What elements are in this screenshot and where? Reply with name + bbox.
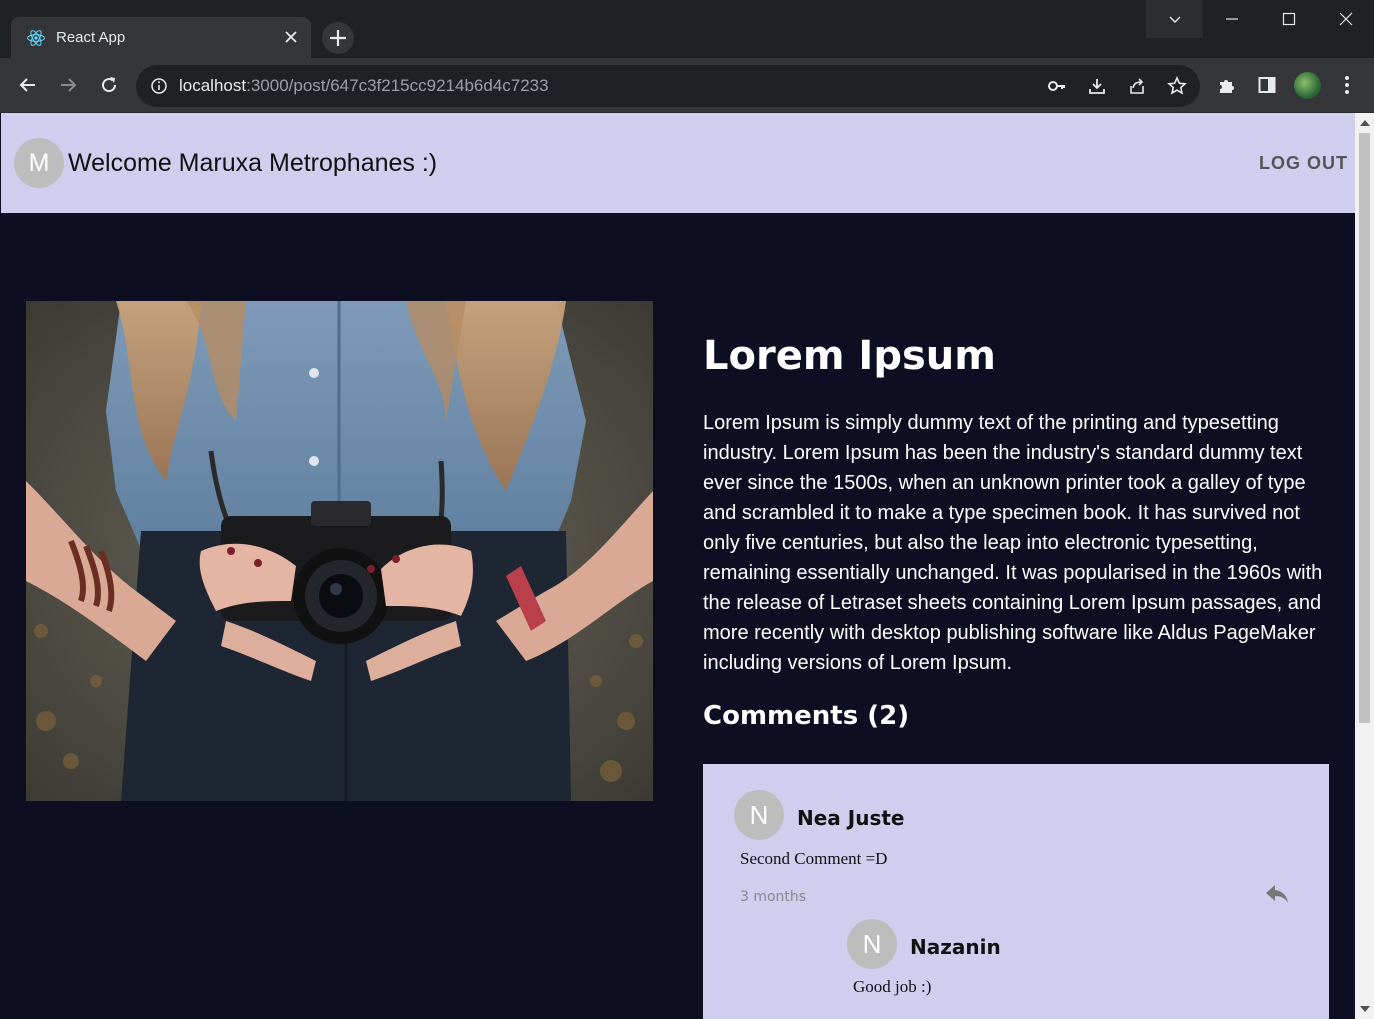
star-icon bbox=[1167, 76, 1187, 95]
url-text: localhost:3000/post/647c3f215cc9214b6d4c… bbox=[179, 76, 549, 96]
post-title: Lorem Ipsum bbox=[703, 333, 996, 379]
share-icon bbox=[1130, 78, 1144, 94]
react-favicon bbox=[27, 30, 45, 46]
logout-button[interactable]: LOG OUT bbox=[1259, 153, 1348, 174]
puzzle-icon bbox=[1220, 80, 1234, 93]
tab-search-button[interactable] bbox=[1146, 0, 1203, 38]
comment-avatar: N bbox=[734, 790, 784, 840]
maximize-button[interactable] bbox=[1260, 0, 1317, 38]
comment-text: Second Comment =D bbox=[740, 849, 888, 868]
password-button[interactable] bbox=[1046, 75, 1068, 97]
maximize-icon bbox=[1282, 12, 1295, 26]
reply-author: Nazanin bbox=[910, 935, 1001, 959]
reload-icon bbox=[102, 77, 117, 93]
scroll-up-arrow[interactable] bbox=[1360, 120, 1370, 126]
address-bar[interactable]: localhost:3000/post/647c3f215cc9214b6d4c… bbox=[136, 65, 1200, 107]
comments-panel: N Nea Juste Second Comment =D 3 months N… bbox=[703, 764, 1329, 1019]
back-button[interactable] bbox=[13, 70, 43, 100]
tab-react-app[interactable]: React App bbox=[11, 17, 311, 58]
comments-heading: Comments (2) bbox=[703, 701, 910, 731]
forward-arrow-icon bbox=[61, 78, 77, 92]
scroll-thumb[interactable] bbox=[1359, 133, 1370, 723]
browser-window: React App localhost:3000/post/647c3f215c… bbox=[0, 0, 1374, 1019]
page-scrollbar[interactable] bbox=[1355, 113, 1374, 1019]
reply-text: Good job :) bbox=[853, 977, 932, 996]
close-window-icon bbox=[1339, 12, 1352, 26]
welcome-text: Welcome Maruxa Metrophanes :) bbox=[68, 149, 438, 177]
comment-timestamp: 3 months bbox=[740, 889, 807, 905]
browser-toolbar: localhost:3000/post/647c3f215cc9214b6d4c… bbox=[0, 58, 1374, 113]
profile-avatar[interactable] bbox=[1294, 72, 1321, 99]
user-avatar: M bbox=[14, 138, 64, 188]
key-icon bbox=[1048, 81, 1065, 91]
forward-button[interactable] bbox=[53, 70, 83, 100]
install-icon bbox=[1089, 79, 1105, 94]
scroll-down-arrow[interactable] bbox=[1360, 1006, 1370, 1012]
url-path: :3000/post/647c3f215cc9214b6d4c7233 bbox=[246, 76, 549, 95]
chevron-down-icon bbox=[1169, 16, 1180, 23]
reload-button[interactable] bbox=[94, 70, 124, 100]
side-panel-icon bbox=[1258, 77, 1276, 93]
tab-title: React App bbox=[56, 29, 126, 46]
browser-menu-button[interactable] bbox=[1335, 73, 1359, 97]
info-icon[interactable] bbox=[150, 77, 168, 95]
app-header: M Welcome Maruxa Metrophanes :) LOG OUT bbox=[1, 113, 1355, 213]
back-arrow-icon bbox=[19, 78, 35, 92]
page-viewport: M Welcome Maruxa Metrophanes :) LOG OUT bbox=[1, 113, 1355, 1019]
comment-author: Nea Juste bbox=[797, 806, 905, 830]
post-image bbox=[26, 301, 653, 801]
side-panel-button[interactable] bbox=[1255, 73, 1279, 97]
reply-icon[interactable] bbox=[1264, 883, 1290, 905]
close-window-button[interactable] bbox=[1317, 0, 1374, 38]
bookmark-button[interactable] bbox=[1166, 75, 1188, 97]
reply-avatar: N bbox=[847, 919, 897, 969]
post-body: Lorem Ipsum is simply dummy text of the … bbox=[703, 412, 1323, 674]
tab-strip: React App bbox=[0, 0, 1374, 58]
plus-icon[interactable] bbox=[322, 22, 354, 54]
url-host: localhost bbox=[179, 76, 247, 95]
minimize-button[interactable] bbox=[1203, 0, 1260, 38]
close-icon[interactable] bbox=[281, 27, 301, 47]
extensions-button[interactable] bbox=[1215, 73, 1239, 97]
minimize-icon bbox=[1225, 18, 1238, 20]
kebab-menu-icon bbox=[1345, 76, 1349, 94]
install-button[interactable] bbox=[1086, 75, 1108, 97]
share-button[interactable] bbox=[1126, 75, 1148, 97]
